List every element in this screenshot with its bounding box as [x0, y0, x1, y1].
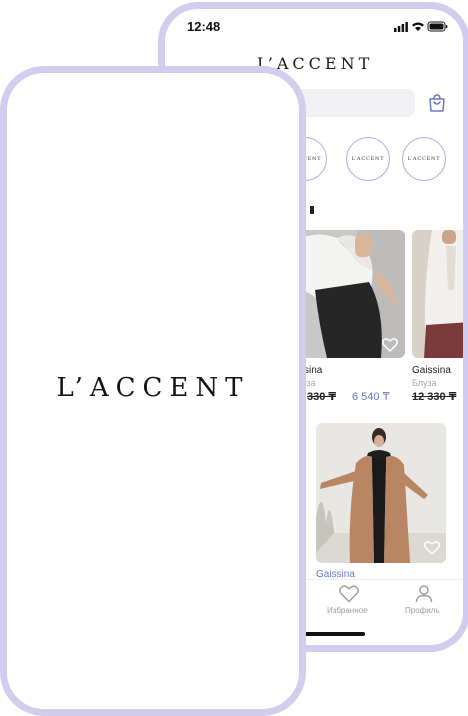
- status-time: 12:48: [187, 19, 221, 34]
- product-image[interactable]: [412, 230, 463, 358]
- story-item[interactable]: L’ACCENT: [402, 137, 446, 181]
- heart-icon[interactable]: [339, 585, 359, 603]
- tab-favorites-label[interactable]: Избранное: [327, 606, 368, 615]
- product-photo-jacket: [412, 230, 463, 358]
- heart-icon[interactable]: [382, 338, 398, 352]
- heart-icon[interactable]: [424, 541, 440, 555]
- story-label: L’ACCENT: [351, 156, 385, 162]
- product-new-price: 6 540 ₸: [352, 391, 390, 403]
- product-brand: Gaissina: [412, 365, 451, 376]
- status-icons: [394, 21, 448, 32]
- side-button: [0, 240, 3, 280]
- story-label: L’ACCENT: [407, 156, 441, 162]
- side-button: [0, 148, 3, 166]
- shopping-bag-icon[interactable]: [427, 93, 447, 113]
- tab-profile-label[interactable]: Профиль: [405, 606, 440, 615]
- product-old-price: 12 330 ₸: [412, 391, 457, 403]
- story-item[interactable]: L’ACCENT: [346, 137, 390, 181]
- splash-logo: L’ACCENT: [56, 373, 250, 403]
- side-button: [0, 188, 3, 228]
- product-old-price: 330 ₸: [307, 391, 337, 403]
- section-title-fragment: [310, 206, 314, 214]
- front-phone-frame: L’ACCENT: [0, 66, 306, 716]
- product-category: Блуза: [412, 378, 437, 388]
- profile-icon[interactable]: [415, 585, 433, 603]
